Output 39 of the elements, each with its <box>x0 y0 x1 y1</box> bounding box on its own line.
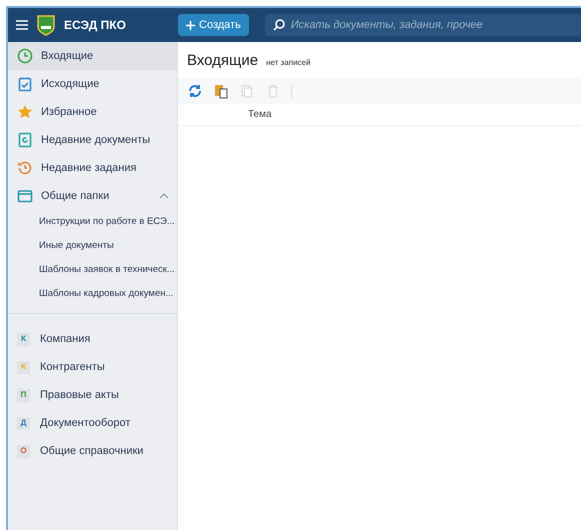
directory-item[interactable]: К Компания <box>8 325 177 353</box>
directory-item[interactable]: Д Документооборот <box>8 409 177 437</box>
star-icon <box>17 104 33 120</box>
paste-icon[interactable] <box>213 83 229 99</box>
nav-item[interactable]: Исходящие <box>8 70 177 98</box>
folder-item[interactable]: Иные документы <box>8 234 177 258</box>
nav-item[interactable]: Недавние документы <box>8 126 177 154</box>
letter-badge: К <box>17 360 30 374</box>
folder-item[interactable]: Инструкции по работе в ЕСЭ... <box>8 210 177 234</box>
column-header[interactable]: Тема <box>248 107 272 122</box>
emblem-icon <box>36 14 56 36</box>
create-button[interactable]: Создать <box>178 14 249 36</box>
directory-item[interactable]: П Правовые акты <box>8 381 177 409</box>
folder-item[interactable]: Шаблоны заявок в техническ... <box>8 258 177 282</box>
document-icon <box>17 132 33 148</box>
nav-item[interactable]: Входящие <box>8 42 177 70</box>
plus-icon <box>186 20 195 30</box>
checklist-icon <box>17 76 33 92</box>
directory-item[interactable]: К Контрагенты <box>8 353 177 381</box>
record-count: нет записей <box>266 56 310 68</box>
history-icon <box>17 160 33 176</box>
page-title: Входящие <box>187 50 258 71</box>
letter-badge: О <box>17 444 30 458</box>
clock-icon <box>17 48 33 64</box>
letter-badge: Д <box>17 416 30 430</box>
letter-badge: К <box>17 332 30 346</box>
app-title: ЕСЭД ПКО <box>64 17 126 34</box>
search-field[interactable]: Искать документы, задания, прочее <box>264 14 581 36</box>
nav-item[interactable]: Недавние задания <box>8 154 177 182</box>
letter-badge: П <box>17 388 30 402</box>
chevron-up-icon[interactable] <box>159 193 169 199</box>
folder-item[interactable]: Шаблоны кадровых докумен... <box>8 282 177 306</box>
directory-item[interactable]: О Общие справочники <box>8 437 177 465</box>
nav-item[interactable]: Избранное <box>8 98 177 126</box>
nav-item[interactable]: Общие папки <box>8 182 177 210</box>
refresh-icon[interactable] <box>187 83 203 99</box>
search-icon <box>272 19 285 31</box>
menu-icon[interactable] <box>16 20 28 30</box>
folder-icon <box>17 188 33 204</box>
